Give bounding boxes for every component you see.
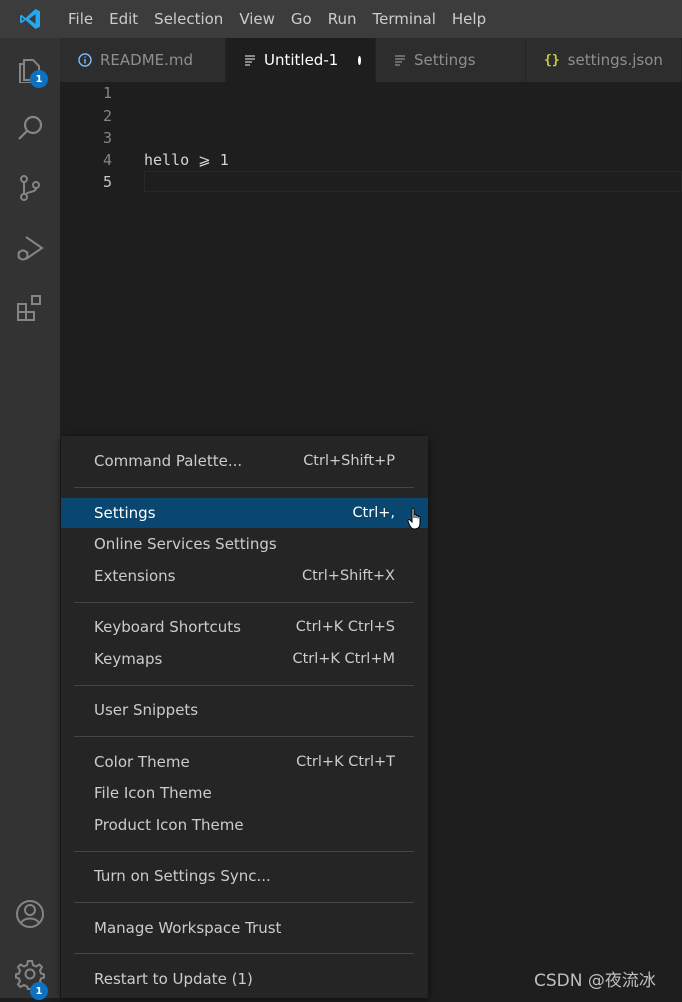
- unsaved-dot-icon[interactable]: [358, 55, 361, 65]
- manage-badge: 1: [30, 982, 48, 1000]
- watermark: CSDN @夜流冰: [534, 971, 656, 991]
- tab-untitled-1[interactable]: Untitled-1: [226, 38, 376, 82]
- explorer-button[interactable]: 1: [0, 40, 60, 96]
- menu-separator: [74, 953, 414, 954]
- menu-item-keymaps[interactable]: Keymaps Ctrl+K Ctrl+M: [61, 644, 428, 674]
- menu-item-label: Command Palette...: [94, 452, 243, 470]
- menu-separator: [74, 487, 414, 488]
- tab-label: Settings: [414, 51, 476, 69]
- text-file-icon: [244, 54, 256, 66]
- line-number: 3: [102, 129, 112, 147]
- menu-item-label: Online Services Settings: [94, 535, 277, 553]
- menu-bar: File Edit Selection View Go Run Terminal…: [60, 0, 494, 38]
- search-icon: [18, 115, 43, 140]
- menu-selection[interactable]: Selection: [146, 0, 231, 38]
- menu-item-product-icon-theme[interactable]: Product Icon Theme: [61, 810, 428, 840]
- source-control-icon: [20, 175, 40, 201]
- menu-go[interactable]: Go: [283, 0, 320, 38]
- menu-separator: [74, 736, 414, 737]
- vscode-logo-icon: [0, 0, 60, 38]
- hand-pointer-icon: [407, 507, 425, 535]
- menu-file[interactable]: File: [60, 0, 101, 38]
- menu-item-label: Turn on Settings Sync...: [94, 867, 271, 885]
- menu-item-shortcut: Ctrl+K Ctrl+M: [292, 651, 395, 667]
- menu-item-label: Restart to Update (1): [94, 970, 253, 988]
- json-braces-icon: {}: [544, 52, 560, 68]
- menu-edit[interactable]: Edit: [101, 0, 146, 38]
- menu-view[interactable]: View: [231, 0, 283, 38]
- accounts-button[interactable]: [0, 886, 60, 942]
- menu-terminal[interactable]: Terminal: [365, 0, 444, 38]
- line-number: 2: [102, 107, 112, 125]
- tab-label: README.md: [100, 51, 194, 69]
- menu-item-online-services-settings[interactable]: Online Services Settings: [61, 529, 428, 559]
- menu-item-manage-workspace-trust[interactable]: Manage Workspace Trust: [61, 913, 428, 943]
- source-control-button[interactable]: [0, 160, 60, 216]
- explorer-badge: 1: [30, 70, 48, 88]
- search-button[interactable]: [0, 100, 60, 156]
- menu-item-label: Manage Workspace Trust: [94, 919, 282, 937]
- menu-item-label: Color Theme: [94, 753, 190, 771]
- run-debug-icon: [17, 236, 44, 261]
- menu-item-label: File Icon Theme: [94, 784, 212, 802]
- activity-bar: 1 1: [0, 38, 60, 1000]
- line-number: 1: [102, 84, 112, 102]
- tab-label: Untitled-1: [264, 51, 339, 69]
- tab-bar: README.md Untitled-1 Settings {} setting…: [60, 38, 682, 82]
- menu-item-user-snippets[interactable]: User Snippets: [61, 695, 428, 725]
- menu-help[interactable]: Help: [444, 0, 494, 38]
- menu-item-label: Keymaps: [94, 650, 163, 668]
- menu-item-shortcut: Ctrl+Shift+X: [302, 568, 395, 584]
- info-icon: [78, 53, 92, 67]
- tab-readme[interactable]: README.md: [60, 38, 226, 82]
- editor-line: 4 hello ⩾ 1: [60, 149, 682, 172]
- menu-item-file-icon-theme[interactable]: File Icon Theme: [61, 778, 428, 808]
- menu-item-label: User Snippets: [94, 701, 199, 719]
- menu-separator: [74, 602, 414, 603]
- menu-item-restart-to-update[interactable]: Restart to Update (1): [61, 964, 428, 994]
- line-number: 5: [102, 173, 112, 191]
- manage-context-menu: Command Palette... Ctrl+Shift+P Settings…: [61, 436, 428, 998]
- menu-item-settings[interactable]: Settings Ctrl+,: [61, 498, 428, 528]
- menu-item-label: Extensions: [94, 567, 176, 585]
- menu-item-shortcut: Ctrl+Shift+P: [303, 453, 395, 469]
- account-icon: [16, 900, 44, 928]
- extensions-icon: [17, 295, 41, 321]
- menu-item-color-theme[interactable]: Color Theme Ctrl+K Ctrl+T: [61, 747, 428, 777]
- editor-line: 3: [60, 127, 682, 150]
- manage-button[interactable]: 1: [0, 946, 60, 1002]
- menu-item-label: Product Icon Theme: [94, 816, 244, 834]
- line-number: 4: [102, 151, 112, 169]
- text-file-icon: [394, 54, 406, 66]
- tab-settings[interactable]: Settings: [376, 38, 526, 82]
- menu-item-shortcut: Ctrl+,: [352, 505, 395, 521]
- line-text: hello ⩾ 1: [144, 151, 229, 169]
- menu-separator: [74, 902, 414, 903]
- menu-item-keyboard-shortcuts[interactable]: Keyboard Shortcuts Ctrl+K Ctrl+S: [61, 612, 428, 642]
- tab-settings-json[interactable]: {} settings.json: [526, 38, 682, 82]
- editor-line-current: 5: [60, 171, 682, 194]
- menu-item-extensions[interactable]: Extensions Ctrl+Shift+X: [61, 561, 428, 591]
- menu-item-label: Settings: [94, 504, 156, 522]
- menu-item-settings-sync[interactable]: Turn on Settings Sync...: [61, 861, 428, 891]
- run-debug-button[interactable]: [0, 220, 60, 276]
- menu-item-shortcut: Ctrl+K Ctrl+S: [295, 619, 395, 635]
- menu-item-label: Keyboard Shortcuts: [94, 618, 241, 636]
- tab-label: settings.json: [567, 51, 663, 69]
- menu-run[interactable]: Run: [320, 0, 365, 38]
- title-bar: File Edit Selection View Go Run Terminal…: [0, 0, 682, 38]
- editor-line: 1: [60, 82, 682, 105]
- menu-item-shortcut: Ctrl+K Ctrl+T: [296, 754, 395, 770]
- editor-line: 2: [60, 105, 682, 128]
- menu-separator: [74, 851, 414, 852]
- menu-item-command-palette[interactable]: Command Palette... Ctrl+Shift+P: [61, 446, 428, 476]
- menu-separator: [74, 685, 414, 686]
- extensions-button[interactable]: [0, 280, 60, 336]
- current-line-highlight: [144, 171, 682, 192]
